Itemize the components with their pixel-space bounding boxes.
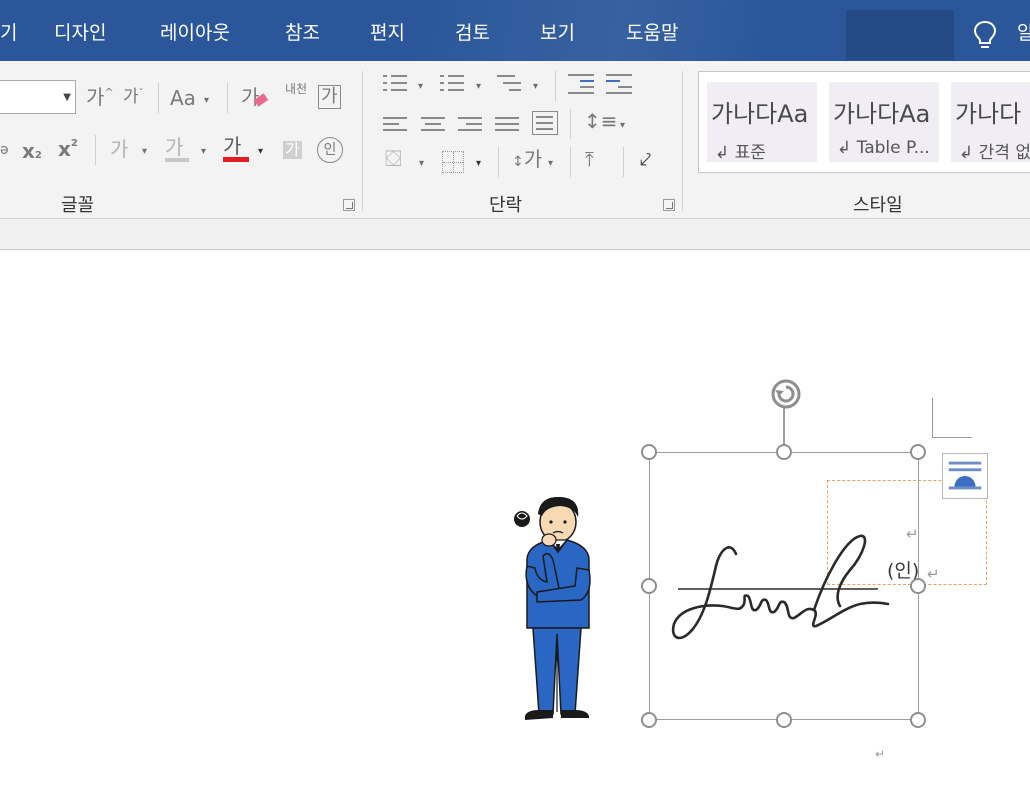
borders-icon[interactable] <box>442 151 464 173</box>
style-no-spacing[interactable]: 가나다 ↲ 간격 없 <box>951 82 1030 162</box>
styles-gallery: 가나다Aa ↲ 표준 가나다Aa ↲ Table P... 가나다 ↲ 간격 없 <box>698 71 1030 173</box>
text-direction-icon[interactable]: ⤦ <box>640 149 651 169</box>
increase-indent-icon[interactable] <box>606 73 632 94</box>
tab-references[interactable]: 참조 <box>285 0 320 61</box>
character-shading-icon[interactable]: 가 <box>283 141 302 159</box>
style-preview: 가나다Aa <box>833 100 931 128</box>
superscript-icon[interactable]: x2 <box>58 139 78 160</box>
align-center-icon[interactable] <box>421 115 447 133</box>
chevron-down-icon[interactable]: ▾ <box>142 147 147 157</box>
phonetic-guide-icon[interactable]: 내천 <box>283 83 309 96</box>
paragraph-mark: ↵ <box>927 565 940 583</box>
decrease-indent-icon[interactable] <box>568 73 594 94</box>
font-group-label: 글꼴 <box>61 195 95 216</box>
resize-handle-top[interactable] <box>776 444 792 460</box>
tab-partial-right[interactable]: 알 <box>1017 0 1030 61</box>
resize-handle-bottom-right[interactable] <box>910 712 926 728</box>
tab-partial-left[interactable]: 기 <box>0 0 17 61</box>
chevron-down-icon[interactable]: ▾ <box>533 82 538 92</box>
ruler-area <box>0 219 1030 250</box>
grow-font-icon[interactable]: 가^ <box>86 87 114 107</box>
separator <box>498 147 499 177</box>
font-size-box[interactable]: ▼ <box>0 80 76 114</box>
resize-handle-top-right[interactable] <box>910 444 926 460</box>
layout-options-icon[interactable] <box>942 453 988 499</box>
resize-handle-top-left[interactable] <box>641 444 657 460</box>
chevron-down-icon[interactable]: ▾ <box>258 147 263 157</box>
title-bar-dark-area <box>846 10 954 60</box>
tab-review[interactable]: 검토 <box>455 0 490 61</box>
tab-layout[interactable]: 레이아웃 <box>160 0 230 61</box>
tab-view[interactable]: 보기 <box>540 0 575 61</box>
separator <box>555 71 556 101</box>
style-preview: 가나다 <box>955 100 1022 128</box>
chevron-down-icon[interactable]: ▾ <box>620 121 625 131</box>
tab-help[interactable]: 도움말 <box>626 0 678 61</box>
ribbon-tab-bar: 기 디자인 레이아웃 참조 편지 검토 보기 도움말 알 <box>0 0 1030 61</box>
change-case-icon[interactable]: Aa <box>170 88 196 108</box>
text-effects-icon[interactable]: 가 <box>110 139 128 159</box>
separator <box>570 109 571 139</box>
styles-group-label: 스타일 <box>853 195 903 216</box>
chevron-down-icon[interactable]: ▾ <box>204 96 209 106</box>
resize-handle-bottom-left[interactable] <box>641 712 657 728</box>
strikethrough-icon[interactable]: ǝ <box>0 143 9 157</box>
chevron-down-icon[interactable]: ▼ <box>63 92 71 103</box>
chevron-down-icon[interactable]: ▾ <box>476 159 481 169</box>
sort-icon[interactable]: ↕가 <box>512 149 542 169</box>
chevron-down-icon[interactable]: ▾ <box>201 147 206 157</box>
character-border-icon[interactable]: 가 <box>318 85 341 109</box>
chevron-down-icon[interactable]: ▾ <box>419 159 424 169</box>
thinking-businessman-image[interactable] <box>505 492 605 732</box>
group-separator <box>362 71 363 211</box>
paragraph-mark: ↵ <box>875 747 886 761</box>
separator <box>158 83 159 113</box>
bullets-icon[interactable] <box>383 73 409 91</box>
chevron-down-icon[interactable]: ▾ <box>548 159 553 169</box>
align-right-icon[interactable] <box>458 115 484 133</box>
separator <box>227 83 228 113</box>
paragraph-dialog-launcher-icon[interactable] <box>663 199 675 211</box>
tab-mailings[interactable]: 편지 <box>370 0 405 61</box>
shrink-font-icon[interactable]: 가ˇ <box>123 89 144 106</box>
align-left-icon[interactable] <box>383 115 409 133</box>
multilevel-list-icon[interactable] <box>497 73 523 91</box>
chevron-down-icon[interactable]: ▾ <box>476 82 481 92</box>
enclose-characters-icon[interactable]: 인 <box>317 137 343 163</box>
font-color-icon[interactable]: 가 <box>223 136 249 162</box>
show-marks-icon[interactable]: ⤒ <box>585 149 594 169</box>
resize-handle-left[interactable] <box>641 578 657 594</box>
margin-corner-mark <box>932 398 972 438</box>
justify-icon[interactable] <box>495 115 521 133</box>
style-table-paragraph[interactable]: 가나다Aa ↲ Table P... <box>829 82 939 162</box>
style-name: ↲ 표준 <box>715 143 766 162</box>
distributed-icon[interactable] <box>532 111 558 135</box>
chevron-down-icon[interactable]: ▾ <box>418 82 423 92</box>
style-name: ↲ 간격 없 <box>959 143 1030 162</box>
separator <box>623 147 624 177</box>
clear-format-icon[interactable]: 가 <box>241 87 269 107</box>
image-selection-frame[interactable] <box>649 452 919 720</box>
separator <box>95 135 96 165</box>
group-separator <box>682 71 683 211</box>
style-preview: 가나다Aa <box>711 100 809 128</box>
separator <box>570 147 571 177</box>
lightbulb-icon[interactable] <box>972 20 998 50</box>
rotate-handle-icon[interactable] <box>766 374 806 414</box>
paragraph-group-label: 단락 <box>489 195 523 216</box>
resize-handle-bottom[interactable] <box>776 712 792 728</box>
resize-handle-right[interactable] <box>910 578 926 594</box>
style-normal[interactable]: 가나다Aa ↲ 표준 <box>707 82 817 162</box>
numbering-icon[interactable] <box>440 73 466 91</box>
style-name: ↲ Table P... <box>837 138 930 158</box>
subscript-icon[interactable]: x2 <box>22 141 42 161</box>
tab-design[interactable]: 디자인 <box>54 0 106 61</box>
line-spacing-icon[interactable]: ↕≡ <box>584 111 618 131</box>
font-dialog-launcher-icon[interactable] <box>343 199 355 211</box>
shading-bucket-icon[interactable]: ⛋ <box>385 149 402 171</box>
highlight-icon[interactable]: 가 <box>165 137 189 162</box>
